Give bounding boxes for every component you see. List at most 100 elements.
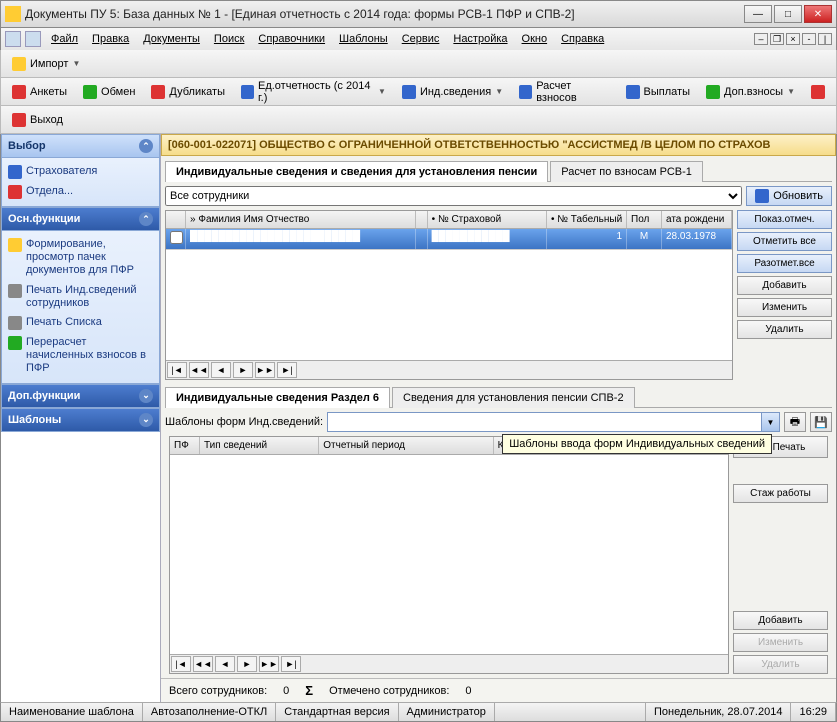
nav2-next[interactable]: ► bbox=[237, 656, 257, 672]
nav-first[interactable]: |◄ bbox=[167, 362, 187, 378]
close-button[interactable]: ✕ bbox=[804, 5, 832, 23]
menubar: Файл Правка Документы Поиск Справочники … bbox=[0, 28, 837, 50]
btn2-add[interactable]: Добавить bbox=[733, 611, 828, 630]
filter-select[interactable]: Все сотрудники bbox=[165, 186, 742, 206]
marked-value: 0 bbox=[465, 685, 471, 697]
row-checkbox[interactable] bbox=[170, 231, 183, 244]
tab-indsv[interactable]: Индивидуальные сведения и сведения для у… bbox=[165, 161, 548, 182]
nav-prevpage[interactable]: ◄◄ bbox=[189, 362, 209, 378]
table-row[interactable]: ████████████████████████ ███████████ 1 М… bbox=[166, 229, 732, 250]
sidebar-item-form[interactable]: Формирование, просмотр пачек документов … bbox=[4, 235, 157, 281]
mdi-vline: | bbox=[818, 33, 832, 45]
exit-button[interactable]: Выход bbox=[5, 110, 70, 130]
menu-refs[interactable]: Справочники bbox=[252, 31, 331, 47]
sidebar-head-dop[interactable]: Доп.функции⌄ bbox=[1, 384, 160, 408]
btn-mark-all[interactable]: Отметить все bbox=[737, 232, 832, 251]
btn2-edit: Изменить bbox=[733, 633, 828, 652]
menu-settings[interactable]: Настройка bbox=[447, 31, 513, 47]
menu-search[interactable]: Поиск bbox=[208, 31, 250, 47]
col-fio[interactable]: » Фамилия Имя Отчество bbox=[186, 211, 416, 228]
vyplaty-button[interactable]: Выплаты bbox=[619, 82, 697, 102]
sidebar-item-otdel[interactable]: Отдела... bbox=[4, 182, 157, 202]
mdi-close[interactable]: × bbox=[786, 33, 800, 45]
btn2-stazh[interactable]: Стаж работы bbox=[733, 484, 828, 503]
sidebar-item-strah[interactable]: Страхователя bbox=[4, 162, 157, 182]
mdi-restore[interactable]: ❐ bbox=[770, 33, 784, 45]
status-autofill: Автозаполнение-ОТКЛ bbox=[143, 703, 276, 721]
chevron-down-icon[interactable]: ▼ bbox=[761, 413, 779, 431]
nav-nextpage[interactable]: ►► bbox=[255, 362, 275, 378]
menu-file[interactable]: Файл bbox=[45, 31, 84, 47]
col-period[interactable]: Отчетный период bbox=[319, 437, 493, 454]
chevron-down-icon: ▼ bbox=[72, 59, 80, 68]
refresh-button[interactable]: Обновить bbox=[746, 186, 832, 206]
sidebar-head-vybor[interactable]: Выбор⌃ bbox=[1, 134, 160, 158]
btn-show-marked[interactable]: Показ.отмеч. bbox=[737, 210, 832, 229]
mdi-min[interactable]: – bbox=[754, 33, 768, 45]
sidebar-item-print1[interactable]: Печать Инд.сведений сотрудников bbox=[4, 281, 157, 313]
nav-prev[interactable]: ◄ bbox=[211, 362, 231, 378]
status-template: Наименование шаблона bbox=[1, 703, 143, 721]
tabs-bottom: Индивидуальные сведения Раздел 6 Сведени… bbox=[165, 386, 832, 408]
nav2-nextpage[interactable]: ►► bbox=[259, 656, 279, 672]
btn-add[interactable]: Добавить bbox=[737, 276, 832, 295]
col-check[interactable] bbox=[166, 211, 186, 228]
extra-button[interactable] bbox=[804, 82, 832, 102]
col-type[interactable]: Тип сведений bbox=[200, 437, 319, 454]
dublikaty-button[interactable]: Дубликаты bbox=[144, 82, 232, 102]
tab-rsv1[interactable]: Расчет по взносам РСВ-1 bbox=[550, 161, 703, 182]
btn-unmark-all[interactable]: Разотмет.все bbox=[737, 254, 832, 273]
nav-last[interactable]: ►| bbox=[277, 362, 297, 378]
tab-spv2[interactable]: Сведения для установления пенсии СПВ-2 bbox=[392, 387, 635, 408]
mdi-extra[interactable]: - bbox=[802, 33, 816, 45]
menubar-logo1[interactable] bbox=[5, 31, 21, 47]
menu-help[interactable]: Справка bbox=[555, 31, 610, 47]
template-combo[interactable]: ▼ bbox=[327, 412, 780, 432]
template-print-icon[interactable]: 🖶 bbox=[784, 412, 806, 432]
minimize-button[interactable]: — bbox=[744, 5, 772, 23]
maximize-button[interactable]: □ bbox=[774, 5, 802, 23]
col-tab[interactable]: • № Табельный bbox=[547, 211, 627, 228]
col-pol[interactable]: Пол bbox=[627, 211, 662, 228]
menubar-logo2[interactable] bbox=[25, 31, 41, 47]
printer-icon bbox=[8, 316, 22, 330]
col-strah[interactable]: • № Страховой bbox=[428, 211, 547, 228]
sidebar-item-print2[interactable]: Печать Списка bbox=[4, 313, 157, 333]
col-dob[interactable]: ата рождени bbox=[662, 211, 732, 228]
nav-next[interactable]: ► bbox=[233, 362, 253, 378]
edotch-button[interactable]: Ед.отчетность (с 2014 г.)▼ bbox=[234, 77, 393, 107]
template-save-icon[interactable]: 💾 bbox=[810, 412, 832, 432]
tab-razdel6[interactable]: Индивидуальные сведения Раздел 6 bbox=[165, 387, 390, 408]
import-button[interactable]: Импорт ▼ bbox=[5, 54, 87, 74]
sidebar-head-osn[interactable]: Осн.функции⌃ bbox=[1, 207, 160, 231]
status-date: Понедельник, 28.07.2014 bbox=[646, 703, 792, 721]
col-pf[interactable]: ПФ bbox=[170, 437, 200, 454]
nav2-first[interactable]: |◄ bbox=[171, 656, 191, 672]
folder-icon bbox=[8, 238, 22, 252]
btn-delete[interactable]: Удалить bbox=[737, 320, 832, 339]
indsv-button[interactable]: Инд.сведения▼ bbox=[395, 82, 510, 102]
menu-service[interactable]: Сервис bbox=[396, 31, 446, 47]
chevron-down-icon: ▼ bbox=[495, 87, 503, 96]
sidebar-head-shab[interactable]: Шаблоны⌄ bbox=[1, 408, 160, 432]
ankety-button[interactable]: Анкеты bbox=[5, 82, 74, 102]
menu-docs[interactable]: Документы bbox=[137, 31, 206, 47]
sidebar-item-recalc[interactable]: Перерасчет начисленных взносов в ПФР bbox=[4, 333, 157, 379]
dublikaty-icon bbox=[151, 85, 165, 99]
details-grid[interactable]: ПФ Тип сведений Отчетный период Корр.отч… bbox=[169, 436, 729, 674]
summary-row: Всего сотрудников: 0 Σ Отмечено сотрудни… bbox=[161, 678, 836, 702]
menu-edit[interactable]: Правка bbox=[86, 31, 135, 47]
menu-templates[interactable]: Шаблоны bbox=[333, 31, 394, 47]
menu-window[interactable]: Окно bbox=[516, 31, 554, 47]
employees-grid[interactable]: » Фамилия Имя Отчество • № Страховой • №… bbox=[165, 210, 733, 380]
btn-edit[interactable]: Изменить bbox=[737, 298, 832, 317]
raschet-button[interactable]: Расчет взносов bbox=[512, 77, 616, 107]
status-time: 16:29 bbox=[791, 703, 836, 721]
nav2-prevpage[interactable]: ◄◄ bbox=[193, 656, 213, 672]
app-icon bbox=[5, 6, 21, 22]
dopvzn-button[interactable]: Доп.взносы▼ bbox=[699, 82, 802, 102]
nav2-last[interactable]: ►| bbox=[281, 656, 301, 672]
obmen-button[interactable]: Обмен bbox=[76, 82, 142, 102]
nav2-prev[interactable]: ◄ bbox=[215, 656, 235, 672]
total-label: Всего сотрудников: bbox=[169, 685, 267, 697]
